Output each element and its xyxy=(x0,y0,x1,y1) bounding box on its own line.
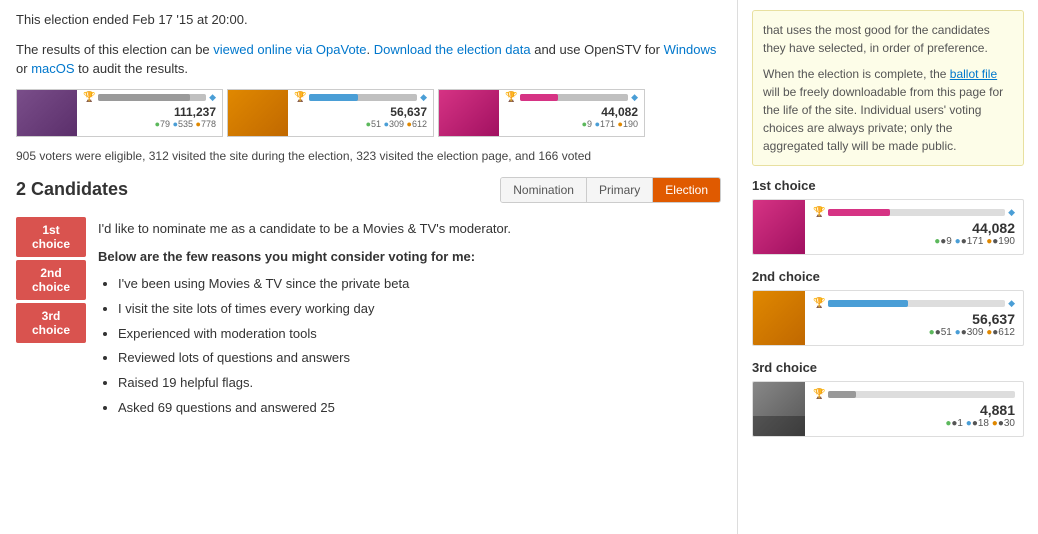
candidate-card-3: 🏆 ◆ 44,082 ●9 ●171 ●190 xyxy=(438,89,645,137)
reason-4: Reviewed lots of questions and answers xyxy=(118,348,713,369)
candidate-score-1: 111,237 xyxy=(83,105,216,119)
diamond-icon-1: ◆ xyxy=(1008,207,1015,218)
third-choice-section: 3rd choice 🏆 4,881 ●●1 ●●18 xyxy=(752,360,1024,437)
trophy-icon-1: 🏆 xyxy=(813,207,825,218)
first-choice-card: 🏆 ◆ 44,082 ●●9 ●●171 ●●190 xyxy=(752,199,1024,255)
viewed-online-link[interactable]: viewed online via OpaVote xyxy=(213,42,366,57)
third-choice-avatar xyxy=(753,382,805,436)
candidate-info-2: 🏆 ◆ 56,637 ●51 ●309 ●612 xyxy=(288,90,433,136)
second-choice-section: 2nd choice 🏆 ◆ 56,637 ●●51 ●●309 xyxy=(752,269,1024,346)
third-choice-card: 🏆 4,881 ●●1 ●●18 ●●30 xyxy=(752,381,1024,437)
election-ended-text: This election ended Feb 17 '15 at 20:00. xyxy=(16,10,721,30)
second-choice-label: 2nd choice xyxy=(752,269,1024,284)
trophy-icon-3: 🏆 xyxy=(813,389,825,400)
first-choice-score: 44,082 xyxy=(813,220,1015,236)
reason-5: Raised 19 helpful flags. xyxy=(118,373,713,394)
trophy-icon-2: 🏆 xyxy=(813,298,825,309)
first-choice-dots: ●●9 ●●171 ●●190 xyxy=(813,236,1015,247)
macos-link[interactable]: macOS xyxy=(31,61,74,76)
badge-1st-choice[interactable]: 1st choice xyxy=(16,217,86,257)
choice-badges: 1st choice 2nd choice 3rd choice xyxy=(16,215,86,427)
second-choice-dots: ●●51 ●●309 ●●612 xyxy=(813,327,1015,338)
tab-primary[interactable]: Primary xyxy=(587,178,653,202)
candidates-bar: 🏆 ◆ 111,237 ●79 ●535 ●778 xyxy=(16,89,721,137)
second-choice-card: 🏆 ◆ 56,637 ●●51 ●●309 ●●612 xyxy=(752,290,1024,346)
diamond-icon-2: ◆ xyxy=(1008,298,1015,309)
first-choice-label: 1st choice xyxy=(752,178,1024,193)
section-header: 2 Candidates Nomination Primary Election xyxy=(16,177,721,203)
third-choice-body: 🏆 4,881 ●●1 ●●18 ●●30 xyxy=(805,385,1023,433)
candidate-info-1: 🏆 ◆ 111,237 ●79 ●535 ●778 xyxy=(77,90,222,136)
ballot-file-link[interactable]: ballot file xyxy=(950,67,997,81)
download-link[interactable]: Download the election data xyxy=(374,42,531,57)
info-box: that uses the most good for the candidat… xyxy=(752,10,1024,166)
reason-3: Experienced with moderation tools xyxy=(118,324,713,345)
tab-election[interactable]: Election xyxy=(653,178,720,202)
stats-text: 905 voters were eligible, 312 visited th… xyxy=(16,147,721,165)
candidate-text-body: I'd like to nominate me as a candidate t… xyxy=(86,215,721,427)
candidate-avatar-3 xyxy=(439,90,499,137)
third-choice-score: 4,881 xyxy=(813,402,1015,418)
info-text-2: When the election is complete, the ballo… xyxy=(763,65,1013,155)
candidate-card-1: 🏆 ◆ 111,237 ●79 ●535 ●778 xyxy=(16,89,223,137)
candidate-dots-1: ●79 ●535 ●778 xyxy=(83,119,216,129)
candidate-dots-2: ●51 ●309 ●612 xyxy=(294,119,427,129)
tab-nomination[interactable]: Nomination xyxy=(501,178,587,202)
first-choice-avatar xyxy=(753,200,805,254)
candidate-detail: 1st choice 2nd choice 3rd choice I'd lik… xyxy=(16,215,721,427)
candidate-score-3: 44,082 xyxy=(505,105,638,119)
candidate-info-3: 🏆 ◆ 44,082 ●9 ●171 ●190 xyxy=(499,90,644,136)
candidates-count: 2 Candidates xyxy=(16,179,128,200)
reason-1: I've been using Movies & TV since the pr… xyxy=(118,274,713,295)
reason-6: Asked 69 questions and answered 25 xyxy=(118,398,713,419)
windows-link[interactable]: Windows xyxy=(664,42,717,57)
badge-2nd-choice[interactable]: 2nd choice xyxy=(16,260,86,300)
second-choice-body: 🏆 ◆ 56,637 ●●51 ●●309 ●●612 xyxy=(805,294,1023,342)
third-choice-dots: ●●1 ●●18 ●●30 xyxy=(813,418,1015,429)
candidate-dots-3: ●9 ●171 ●190 xyxy=(505,119,638,129)
reason-2: I visit the site lots of times every wor… xyxy=(118,299,713,320)
results-text: The results of this election can be view… xyxy=(16,40,721,79)
candidate-avatar-1 xyxy=(17,90,77,137)
first-choice-body: 🏆 ◆ 44,082 ●●9 ●●171 ●●190 xyxy=(805,203,1023,251)
candidate-card-2: 🏆 ◆ 56,637 ●51 ●309 ●612 xyxy=(227,89,434,137)
reasons-list: I've been using Movies & TV since the pr… xyxy=(118,274,713,419)
third-choice-label: 3rd choice xyxy=(752,360,1024,375)
reasons-header: Below are the few reasons you might cons… xyxy=(98,249,475,264)
candidate-score-2: 56,637 xyxy=(294,105,427,119)
first-choice-section: 1st choice 🏆 ◆ 44,082 ●●9 ●●171 xyxy=(752,178,1024,255)
candidate-avatar-2 xyxy=(228,90,288,137)
candidate-intro: I'd like to nominate me as a candidate t… xyxy=(98,219,713,240)
info-text-1: that uses the most good for the candidat… xyxy=(763,21,1013,57)
second-choice-avatar xyxy=(753,291,805,345)
badge-3rd-choice[interactable]: 3rd choice xyxy=(16,303,86,343)
second-choice-score: 56,637 xyxy=(813,311,1015,327)
tab-group: Nomination Primary Election xyxy=(500,177,721,203)
